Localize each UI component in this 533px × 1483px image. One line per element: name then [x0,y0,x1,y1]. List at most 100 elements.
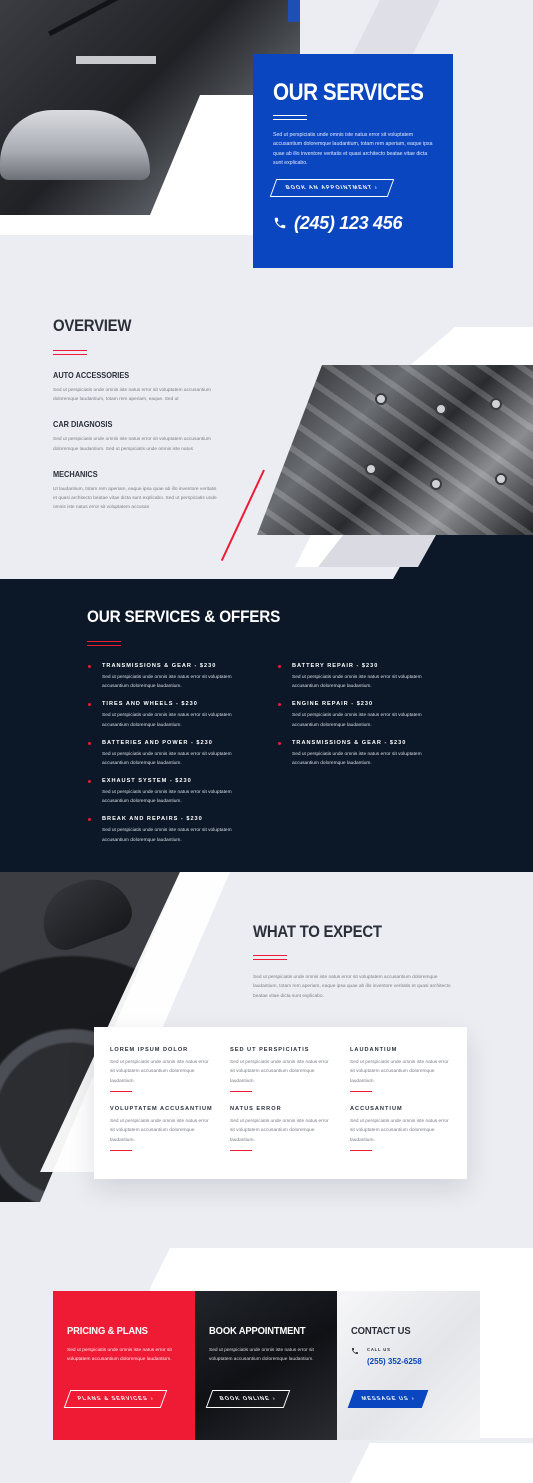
overview-item-text: Ut laudantium, totam rem aperiam, eaque … [53,486,217,511]
offer-item-title: TRANSMISSIONS & GEAR - $230 [292,739,407,746]
offers-title: OUR SERVICES & OFFERS [87,607,281,626]
bullet-icon [278,741,281,745]
expect-intro: Sed ut perspiciatis unde omnis iste natu… [253,975,451,999]
offer-item: BREAK AND REPAIRS - $230 Sed ut perspicia… [88,816,258,854]
offer-item: TRANSMISSIONS & GEAR - $230 Sed ut perspi… [88,663,258,701]
expect-features-card: LOREM IPSUM DOLOR Sed ut perspiciatis und… [94,1027,467,1179]
title-accent-line [273,115,307,120]
pricing-plans-box: PRICING & PLANS Sed ut perspiciatis unde… [53,1291,195,1440]
book-appointment-label: BOOK AN APPOINTMENT [284,184,374,191]
feature-title: ACCUSANTIUM [350,1106,403,1112]
bullet-icon [88,665,91,668]
book-online-label: BOOK ONLINE [218,1396,272,1402]
feature-cell: ACCUSANTIUM Sed ut perspiciatis unde omni… [350,1106,450,1152]
offer-item: EXHAUST SYSTEM - $230 Sed ut perspiciatis… [88,778,258,816]
phone-number-link[interactable]: (245) 123 456 [294,213,402,234]
bolt-2 [437,405,445,413]
overview-item-title: MECHANICS [53,469,98,479]
feature-text: Sed ut perspiciatis unde omnis iste natu… [230,1119,329,1143]
chevron-right-icon: › [374,184,380,191]
garage-sign [288,0,300,22]
feature-cell: NATUS ERROR Sed ut perspiciatis unde omni… [230,1106,330,1152]
overview-item: AUTO ACCESSORIES Sed ut perspiciatis und… [53,371,218,404]
booking-title: BOOK APPOINTMENT [209,1325,306,1337]
phone-row: (245) 123 456 [273,213,433,234]
offer-item-title: ENGINE REPAIR - $230 [292,701,374,708]
feature-title: NATUS ERROR [230,1106,282,1112]
offer-item-text: Sed ut perspiciatis unde omnis iste natu… [102,789,232,805]
bullet-icon [88,818,91,822]
feature-title: LOREM IPSUM DOLOR [110,1047,189,1053]
bullet-icon [278,703,281,707]
feature-text: Sed ut perspiciatis unde omnis iste natu… [230,1060,329,1084]
our-services-card: OUR SERVICES Sed ut perspiciatis unde om… [253,54,453,268]
feature-cell: LAUDANTIUM Sed ut perspiciatis unde omnis… [350,1047,450,1093]
bolt-3 [492,400,500,408]
chevron-right-icon: › [410,1396,416,1402]
car-body [0,110,150,180]
offers-accent-line [87,641,121,646]
page: OUR SERVICES Sed ut perspiciatis unde om… [0,0,533,1483]
overview-item-title: CAR DIAGNOSIS [53,420,113,430]
what-to-expect-section: WHAT TO EXPECT Sed ut perspiciatis unde … [0,872,533,1248]
bullet-icon [278,665,281,668]
feature-red-line [110,1091,132,1093]
offer-item-text: Sed ut perspiciatis unde omnis iste natu… [102,751,232,766]
overview-item: MECHANICS Ut laudantium, totam rem aperi… [53,470,218,513]
feature-red-line [110,1150,132,1152]
offer-item-title: BATTERY REPAIR - $230 [292,663,379,669]
offer-item-title: TIRES AND WHEELS - $230 [102,701,198,708]
call-us-label: CALL US [367,1347,391,1352]
message-us-label: MESSAGE US [360,1396,411,1402]
overview-item: CAR DIAGNOSIS Sed ut perspiciatis unde o… [53,420,218,453]
plans-services-button[interactable]: PLANS & SERVICES › [63,1390,168,1408]
hero-description: Sed ut perspiciatis unde omnis iste natu… [273,132,433,167]
pricing-title: PRICING & PLANS [67,1325,148,1337]
chevron-right-icon: › [271,1396,277,1402]
phone-icon [274,217,286,229]
bolt-6 [497,475,505,483]
bullet-icon [88,703,91,707]
offer-item: ENGINE REPAIR - $230 Sed ut perspiciatis … [278,701,448,739]
offer-item-title: TRANSMISSIONS & GEAR - $230 [102,663,217,669]
offer-item: BATTERY REPAIR - $230 Sed ut perspiciatis… [278,663,448,701]
overview-item-title: AUTO ACCESSORIES [53,371,130,380]
feature-title: SED UT PERSPICIATIS [230,1047,310,1053]
offer-item-text: Sed ut perspiciatis unde omnis iste natu… [292,751,422,766]
offer-item-text: Sed ut perspiciatis unde omnis iste natu… [102,828,232,843]
chevron-right-icon: › [149,1396,155,1402]
contact-us-box: CONTACT US CALL US (255) 352-6258 MESSAG… [337,1291,480,1440]
engine-parts-photo [257,365,533,535]
feature-cell: SED UT PERSPICIATIS Sed ut perspiciatis u… [230,1047,330,1093]
call-info: CALL US (255) 352-6258 [367,1347,422,1366]
feature-text: Sed ut perspiciatis unde omnis iste natu… [110,1060,209,1084]
feature-red-line [230,1150,252,1152]
bolt-4 [367,465,375,473]
offer-item: TRANSMISSIONS & GEAR - $230 Sed ut perspi… [278,740,448,778]
book-appointment-button[interactable]: BOOK AN APPOINTMENT › [269,178,395,197]
bolt-5 [432,480,440,488]
feature-red-line [350,1091,372,1093]
overview-accent-line [53,350,87,355]
offers-column-right: BATTERY REPAIR - $230 Sed ut perspiciatis… [278,663,448,778]
contact-title: CONTACT US [351,1325,411,1337]
offer-item-title: EXHAUST SYSTEM - $230 [102,777,192,784]
booking-text: Sed ut perspiciatis unde omnis iste natu… [209,1348,314,1363]
overview-item-text: Sed ut perspiciatis unde omnis iste natu… [53,388,211,403]
cta-section: PRICING & PLANS Sed ut perspiciatis unde… [0,1248,533,1483]
contact-phone-link[interactable]: (255) 352-6258 [367,1357,422,1366]
book-online-button[interactable]: BOOK ONLINE › [205,1390,290,1408]
feature-title: LAUDANTIUM [350,1047,398,1053]
feature-text: Sed ut perspiciatis unde omnis iste natu… [350,1060,449,1084]
bullet-icon [88,741,91,745]
overview-red-line [220,469,265,562]
call-row: CALL US (255) 352-6258 [351,1347,466,1366]
hero-section: OUR SERVICES Sed ut perspiciatis unde om… [0,0,533,290]
services-offers-section: OUR SERVICES & OFFERS TRANSMISSIONS & GE… [0,579,533,872]
offer-item-title: BREAK AND REPAIRS - $230 [102,816,203,823]
feature-title: VOLUPTATEM ACCUSANTIUM [110,1106,213,1112]
phone-icon [352,1348,358,1354]
message-us-button[interactable]: MESSAGE US › [347,1390,429,1408]
bullet-icon [88,779,91,783]
offer-item: TIRES AND WHEELS - $230 Sed ut perspiciat… [88,701,258,739]
